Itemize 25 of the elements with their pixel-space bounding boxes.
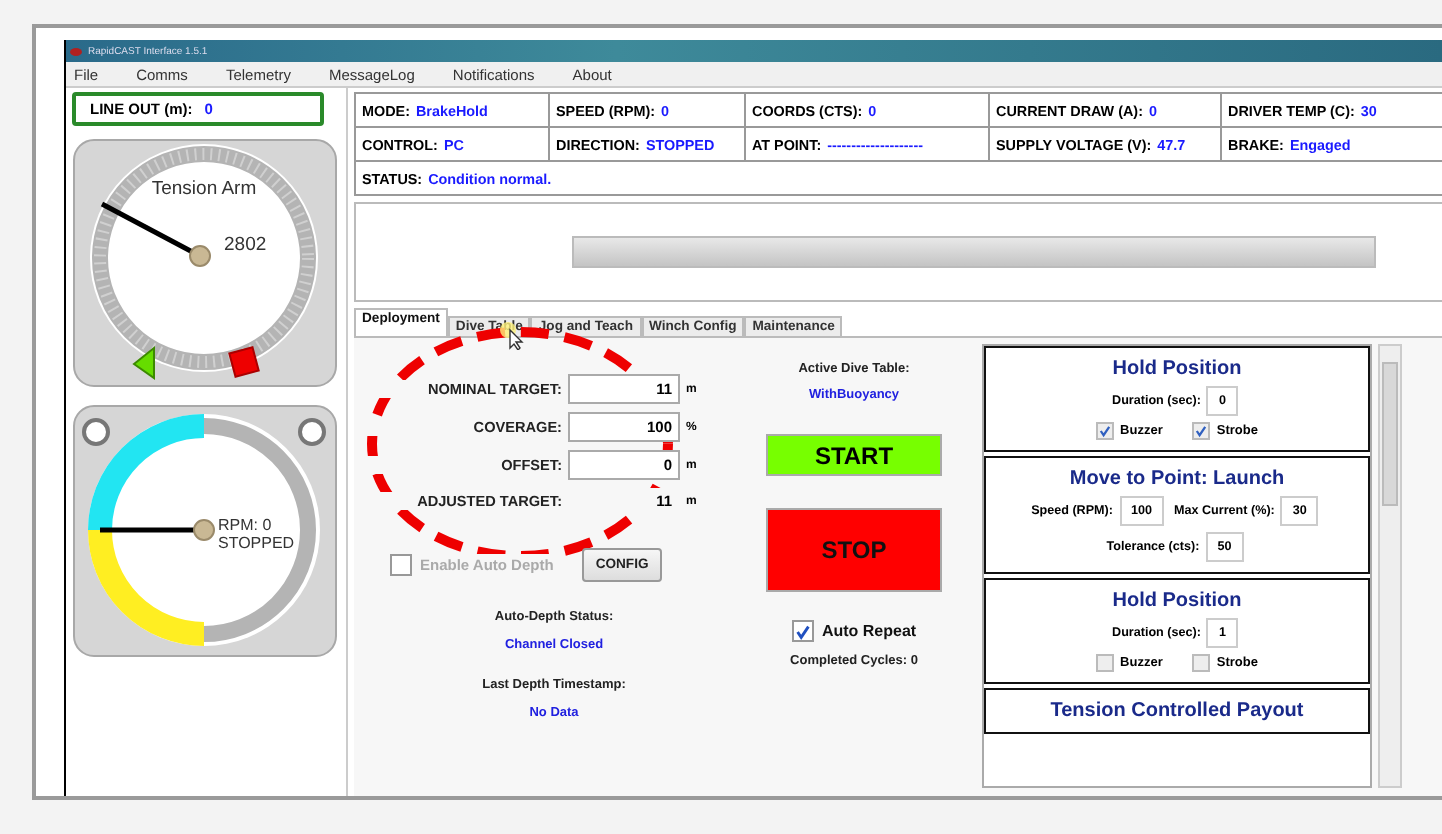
triangle-marker-icon [132,345,155,380]
rpm-reading: RPM: 0 [218,516,272,534]
screw-icon [298,418,326,446]
stop-button[interactable]: STOP [766,508,942,592]
screw-icon [82,418,110,446]
scrollbar[interactable] [1378,344,1402,788]
gauge-title: Tension Arm [151,178,257,200]
step-card[interactable]: Tension Controlled Payout [984,688,1370,734]
gauge-needle [100,519,215,541]
check-icon [1194,424,1209,438]
app-icon [70,47,82,55]
dial-band [88,529,205,646]
auto-repeat-checkbox[interactable]: Auto Repeat [791,620,917,642]
dial-band [88,414,205,531]
square-marker-icon [228,346,260,378]
check-icon [1098,424,1113,438]
gauge-needle [100,201,211,267]
rpm-state: STOPPED [218,534,295,552]
gauge-reading: 2802 [224,234,267,256]
step-title: Tension Controlled Payout [1050,700,1304,722]
start-button[interactable]: START [766,434,942,476]
step-title: Hold Position [1112,590,1242,612]
step-title: Move to Point: Launch [1069,468,1285,490]
step-title: Hold Position [1112,358,1242,380]
check-icon [793,621,812,641]
